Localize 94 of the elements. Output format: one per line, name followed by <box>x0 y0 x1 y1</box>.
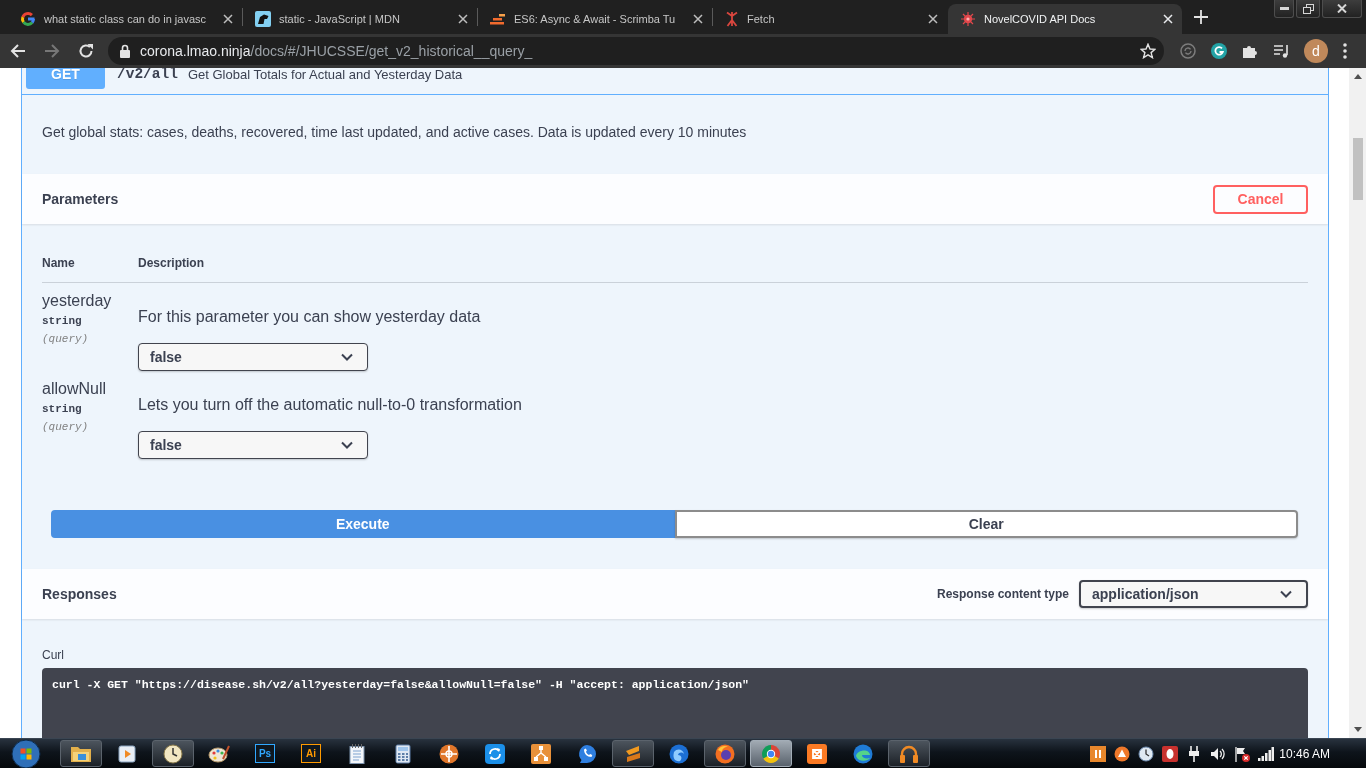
param-location: (query) <box>42 332 89 347</box>
swirl-circle-icon[interactable] <box>669 743 689 764</box>
dinosaur-icon <box>255 11 271 27</box>
play-icon[interactable] <box>118 744 136 763</box>
app-logo[interactable]: Ai <box>301 744 321 763</box>
oval-tile-icon[interactable] <box>1162 745 1179 762</box>
scroll-thumb[interactable] <box>1352 138 1363 200</box>
field-label: Curl <box>42 648 64 662</box>
lock-icon <box>119 44 131 58</box>
forward-icon[interactable] <box>44 43 60 59</box>
value-select[interactable]: false <box>138 431 368 459</box>
app-logo[interactable]: Ps <box>255 744 275 763</box>
close-icon[interactable] <box>223 14 233 24</box>
browser-tab[interactable]: NovelCOVID API Docs <box>948 4 1182 34</box>
sync-tile-icon[interactable] <box>485 743 505 764</box>
operation-description: Get global stats: cases, deaths, recovered, time last updated, and active cases. Data is updated every 10 minutes <box>41 123 748 142</box>
browser-tab[interactable]: Fetch <box>713 4 947 34</box>
minimize-icon <box>1279 7 1289 10</box>
taskbar-button[interactable] <box>704 740 746 767</box>
clock-icon[interactable] <box>1138 745 1155 762</box>
flag-error-icon[interactable] <box>1234 745 1251 762</box>
ring-circle-icon <box>715 743 735 764</box>
folder-icon <box>70 744 92 763</box>
crosshair-icon[interactable] <box>439 743 459 764</box>
triangle-circle-icon[interactable] <box>1114 745 1131 762</box>
stick-figure-icon <box>725 11 739 27</box>
start-button[interactable] <box>11 738 41 768</box>
param-description: Lets you turn off the automatic null-to-0 transformation <box>138 395 522 415</box>
method-badge: GET <box>26 68 105 89</box>
close-window-button[interactable] <box>1322 0 1362 18</box>
content-type-select[interactable]: application/json <box>1079 580 1308 608</box>
g-circle-icon[interactable] <box>1211 43 1227 59</box>
param-description: For this parameter you can show yesterday data <box>138 307 481 327</box>
phone-bubble-icon[interactable] <box>577 743 597 764</box>
signal-icon[interactable] <box>1258 746 1275 761</box>
new-tab-icon[interactable] <box>1194 10 1208 24</box>
taskbar-button[interactable] <box>60 740 102 767</box>
section-title: Parameters <box>42 191 119 207</box>
notepad-icon[interactable] <box>349 743 365 764</box>
reload-icon[interactable] <box>78 43 94 59</box>
minimize-button[interactable] <box>1274 0 1294 18</box>
more-menu-icon[interactable] <box>1343 43 1347 59</box>
address-bar[interactable]: corona.lmao.ninja/docs/#/JHUCSSE/get_v2_historical__query_ <box>108 37 1164 65</box>
puzzle-icon[interactable] <box>1242 43 1258 59</box>
chevron-down-icon <box>341 353 353 361</box>
scrollbar[interactable] <box>1349 68 1366 738</box>
chevron-down-icon <box>1280 590 1292 598</box>
virus-icon <box>960 11 976 27</box>
taskbar-button[interactable] <box>152 740 194 767</box>
action-button[interactable]: Clear <box>674 510 1298 538</box>
wave-circle-icon[interactable] <box>853 743 873 764</box>
bookmark-star-icon[interactable] <box>1140 43 1156 59</box>
sync-circle-icon[interactable] <box>1180 43 1196 59</box>
restore-icon <box>1302 3 1314 14</box>
param-name: yesterday <box>42 292 112 310</box>
palette-icon[interactable] <box>208 743 230 764</box>
column-header: Description <box>138 256 205 270</box>
column-header: Name <box>42 256 76 270</box>
playlist-icon[interactable] <box>1273 43 1289 59</box>
calculator-icon[interactable] <box>395 743 411 764</box>
close-icon[interactable] <box>458 14 468 24</box>
clock-time[interactable]: 10:46 AM <box>1279 746 1330 761</box>
stripes-icon <box>490 13 506 25</box>
scroll-down-icon[interactable] <box>1353 727 1362 732</box>
section-title: Responses <box>42 586 117 602</box>
value-select[interactable]: false <box>138 343 368 371</box>
field-label: Response content type <box>936 587 1069 601</box>
browser-tab[interactable]: what static class can do in javasc <box>8 4 242 34</box>
param-type: string <box>42 402 82 417</box>
g-logo-icon <box>20 11 36 27</box>
x-tile-icon[interactable] <box>807 743 827 764</box>
endpoint-summary: Get Global Totals for Actual and Yesterday Data <box>187 68 463 82</box>
taskbar-button[interactable] <box>888 740 930 767</box>
chevron-down-icon <box>341 441 353 449</box>
clock-icon <box>163 743 183 764</box>
endpoint-path: /v2/all <box>117 68 178 82</box>
browser-tab[interactable]: ES6: Async & Await - Scrimba Tu <box>478 4 712 34</box>
back-icon[interactable] <box>10 43 26 59</box>
param-name: allowNull <box>42 380 107 398</box>
browser-tab[interactable]: static - JavaScript | MDN <box>243 4 477 34</box>
zigzag-logo-icon <box>624 744 642 763</box>
headphones-icon <box>899 743 919 764</box>
segmented-circle-icon <box>761 743 781 764</box>
restore-button[interactable] <box>1296 0 1320 18</box>
param-type: string <box>42 314 82 329</box>
scroll-up-icon[interactable] <box>1353 74 1362 79</box>
pause-tile-icon[interactable] <box>1090 745 1107 762</box>
param-location: (query) <box>42 420 89 435</box>
network-icon[interactable] <box>531 743 551 764</box>
close-icon <box>1337 4 1347 13</box>
code-block: curl -X GET "https://disease.sh/v2/all?yesterday=false&allowNull=false" -H "accept: application/json" <box>42 668 1308 738</box>
close-icon[interactable] <box>928 14 938 24</box>
close-icon[interactable] <box>693 14 703 24</box>
taskbar-button[interactable] <box>612 740 654 767</box>
